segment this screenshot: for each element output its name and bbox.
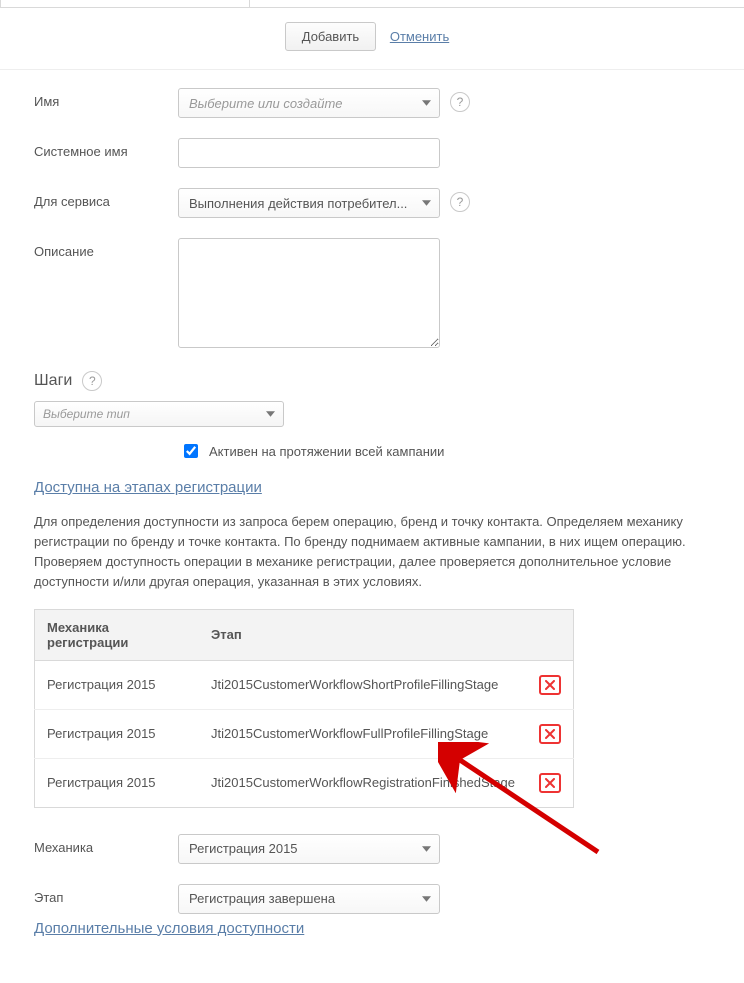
name-combobox[interactable]: Выберите или создайте [178,88,440,118]
col-mechanic: Механика регистрации [35,609,200,660]
help-icon[interactable]: ? [82,371,102,391]
stages-table: Механика регистрации Этап Регистрация 20… [34,609,574,808]
delete-row-button[interactable] [539,773,561,793]
steps-title: Шаги [34,372,72,390]
active-checkbox[interactable] [184,444,198,458]
cell-mechanic: Регистрация 2015 [35,758,200,807]
active-checkbox-label: Активен на протяжении всей кампании [209,444,444,459]
stage-combobox-value: Регистрация завершена [189,891,335,906]
chevron-down-icon [422,896,431,902]
help-icon[interactable]: ? [450,92,470,112]
step-type-combobox[interactable]: Выберите тип [34,401,284,427]
description-textarea[interactable] [178,238,440,348]
service-combobox[interactable]: Выполнения действия потребител... [178,188,440,218]
table-row: Регистрация 2015Jti2015CustomerWorkflowF… [35,709,574,758]
service-label: Для сервиса [34,188,178,209]
cell-stage: Jti2015CustomerWorkflowFullProfileFillin… [199,709,527,758]
chevron-down-icon [422,200,431,206]
stage-label: Этап [34,884,178,905]
delete-row-button[interactable] [539,675,561,695]
chevron-down-icon [422,100,431,106]
name-label: Имя [34,88,178,109]
col-stage: Этап [199,609,527,660]
step-type-placeholder: Выберите тип [43,407,130,421]
chevron-down-icon [266,411,275,417]
name-combobox-value: Выберите или создайте [189,96,343,111]
help-icon[interactable]: ? [450,192,470,212]
delete-row-button[interactable] [539,724,561,744]
chevron-down-icon [422,846,431,852]
sysname-label: Системное имя [34,138,178,159]
table-row: Регистрация 2015Jti2015CustomerWorkflowR… [35,758,574,807]
description-label: Описание [34,238,178,259]
mechanic-label: Механика [34,834,178,855]
sysname-input[interactable] [178,138,440,168]
cancel-button[interactable]: Отменить [380,23,459,50]
cell-stage: Jti2015CustomerWorkflowShortProfileFilli… [199,660,527,709]
cell-mechanic: Регистрация 2015 [35,709,200,758]
service-combobox-value: Выполнения действия потребител... [189,196,407,211]
table-row: Регистрация 2015Jti2015CustomerWorkflowS… [35,660,574,709]
availability-description: Для определения доступности из запроса б… [34,512,710,593]
cell-stage: Jti2015CustomerWorkflowRegistrationFinis… [199,758,527,807]
mechanic-combobox[interactable]: Регистрация 2015 [178,834,440,864]
extra-conditions-link[interactable]: Дополнительные условия доступности [34,920,304,937]
add-button[interactable]: Добавить [285,22,376,51]
mechanic-combobox-value: Регистрация 2015 [189,841,298,856]
stage-combobox[interactable]: Регистрация завершена [178,884,440,914]
availability-heading-link[interactable]: Доступна на этапах регистрации [34,479,262,496]
cell-mechanic: Регистрация 2015 [35,660,200,709]
